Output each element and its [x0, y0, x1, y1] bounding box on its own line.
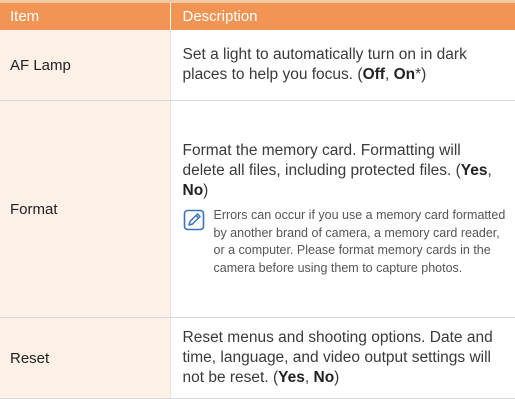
option-no: No — [313, 369, 335, 386]
settings-table: Item Description AF Lamp Set a light to … — [0, 3, 515, 399]
description-format: Format the memory card. Formatting will … — [169, 100, 515, 318]
item-format: Format — [0, 100, 170, 318]
separator: , — [304, 369, 314, 386]
table-row: Reset Reset menus and shooting options. … — [0, 317, 515, 399]
table-row: Format Format the memory card. Formattin… — [0, 100, 515, 318]
item-af-lamp: AF Lamp — [0, 30, 170, 101]
description-af-lamp: Set a light to automatically turn on in … — [169, 30, 515, 101]
separator: , — [384, 66, 394, 83]
option-off: Off — [362, 66, 385, 83]
format-note: Errors can occur if you use a memory car… — [183, 207, 508, 277]
option-on: On — [393, 66, 416, 83]
close-paren: ) — [334, 369, 340, 386]
note-text: Errors can occur if you use a memory car… — [213, 208, 506, 275]
header-item: Item — [0, 3, 170, 30]
description-text: Format the memory card. Formatting will … — [182, 142, 461, 179]
default-marker: *) — [415, 66, 427, 83]
option-yes: Yes — [278, 369, 305, 386]
option-yes: Yes — [460, 162, 488, 179]
option-no: No — [182, 182, 204, 199]
close-paren: ) — [203, 182, 209, 199]
table-header-row: Item Description — [0, 3, 515, 30]
item-reset: Reset — [0, 317, 170, 399]
separator: , — [487, 162, 492, 179]
header-description: Description — [169, 3, 515, 30]
description-reset: Reset menus and shooting options. Date a… — [169, 317, 515, 399]
note-pencil-icon — [183, 209, 204, 231]
format-description: Format the memory card. Formatting will … — [183, 141, 508, 201]
table-row: AF Lamp Set a light to automatically tur… — [0, 30, 515, 101]
